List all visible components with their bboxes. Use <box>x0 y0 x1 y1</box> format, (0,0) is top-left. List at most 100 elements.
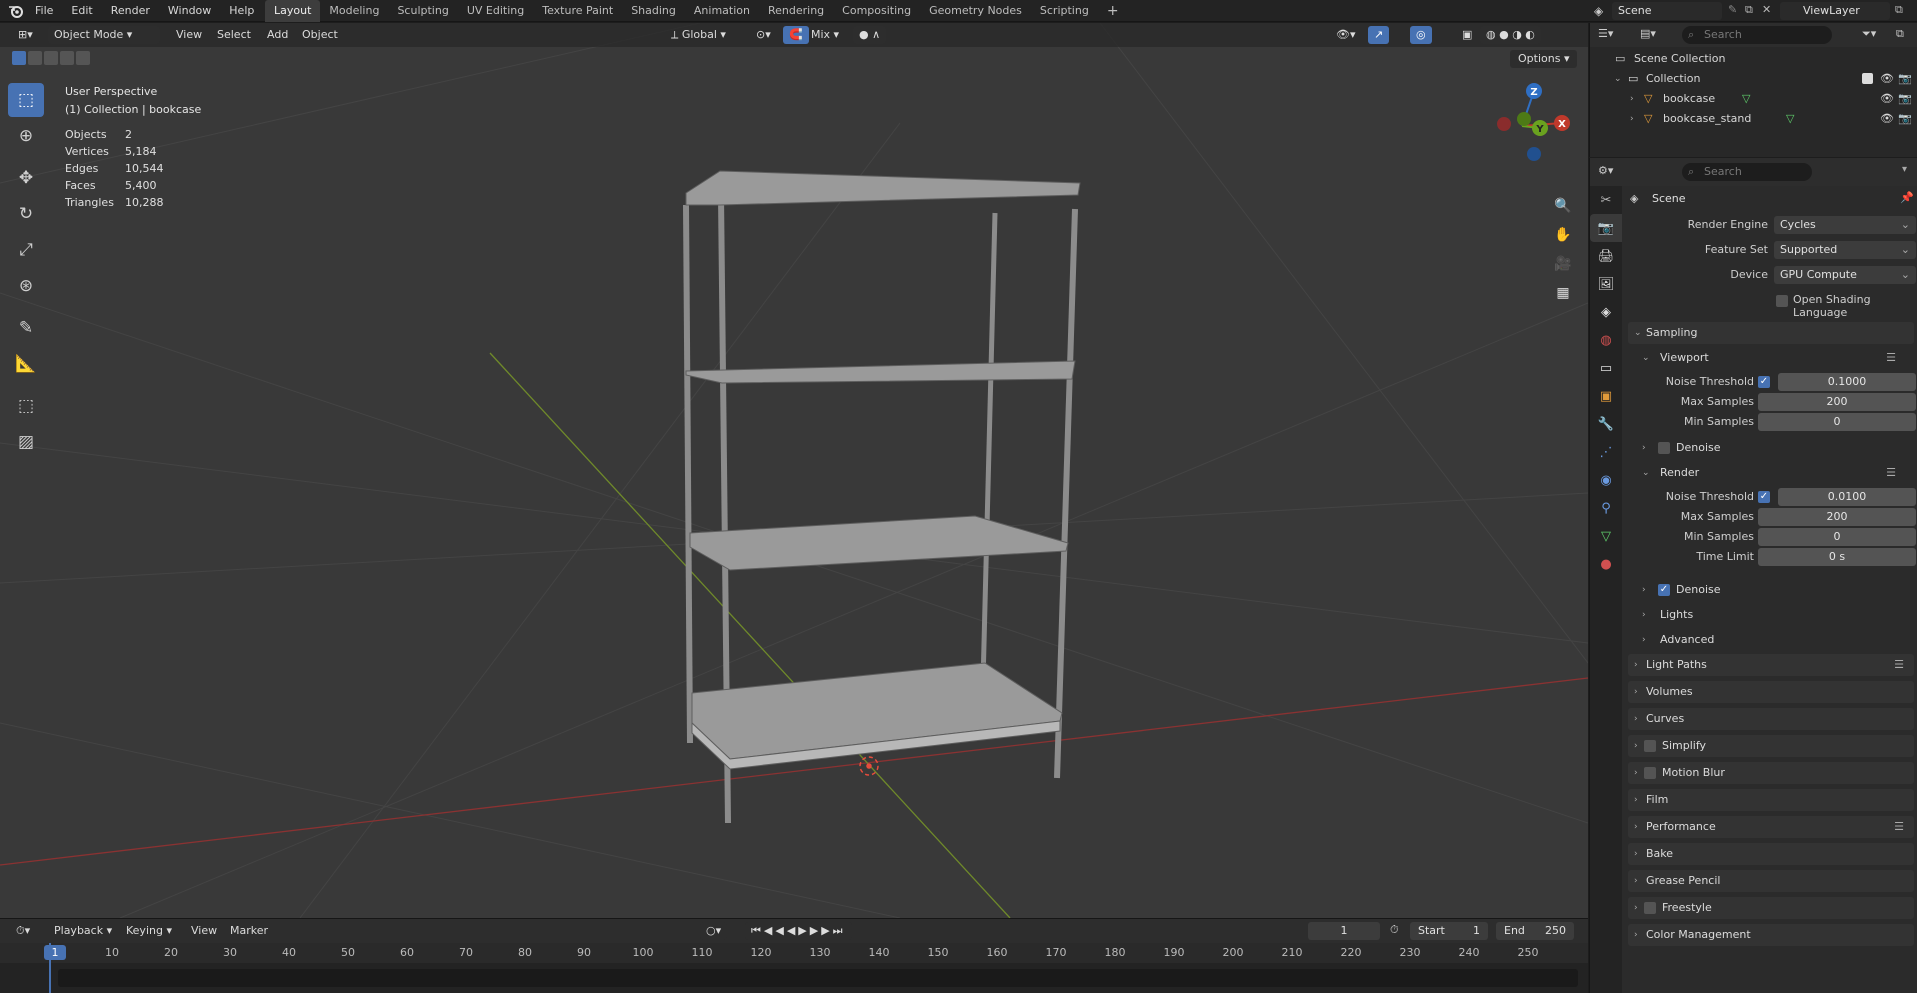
chevron-right-icon[interactable]: › <box>1630 109 1634 129</box>
blender-logo-icon[interactable] <box>8 3 24 19</box>
tab-scripting[interactable]: Scripting <box>1031 0 1098 22</box>
outliner-search-input[interactable]: ⌕ Search <box>1682 26 1832 44</box>
timeline-ruler[interactable]: 10 20 30 40 50 60 70 80 90 100 110 120 1… <box>0 943 1588 963</box>
subpanel-render[interactable]: ⌄ Render ☰ <box>1636 463 1906 483</box>
panel-curves[interactable]: › Curves <box>1628 708 1914 730</box>
panel-color-management[interactable]: › Color Management <box>1628 924 1914 946</box>
eye-icon[interactable]: 👁 <box>1880 109 1894 129</box>
properties-editor-icon[interactable]: ⚙▾ <box>1598 164 1613 177</box>
select-extend-icon[interactable] <box>28 51 42 65</box>
camera-icon[interactable]: 📷 <box>1898 109 1912 129</box>
new-view-layer-icon[interactable]: ⧉ <box>1895 3 1903 17</box>
panel-performance[interactable]: › Performance ☰ <box>1628 816 1914 838</box>
tool-tab-icon[interactable]: ✂ <box>1590 186 1622 214</box>
pivot-icon[interactable]: ⊙▾ <box>750 26 777 44</box>
select-subtract-icon[interactable] <box>44 51 58 65</box>
subpanel-viewport[interactable]: ⌄ Viewport ☰ <box>1636 348 1906 368</box>
panel-motion-blur[interactable]: › Motion Blur <box>1628 762 1914 784</box>
auto-keying-button[interactable]: ○▾ <box>700 922 728 940</box>
scene-selector[interactable]: Scene <box>1612 2 1722 20</box>
overlay-toggle-icon[interactable]: ◎ <box>1410 26 1432 44</box>
simplify-checkbox[interactable] <box>1644 740 1656 752</box>
tab-shading[interactable]: Shading <box>622 0 685 22</box>
scene-tab-icon[interactable]: ◈ <box>1590 298 1622 326</box>
osl-checkbox[interactable] <box>1776 295 1788 307</box>
camera-icon[interactable]: 📷 <box>1898 69 1912 89</box>
subpanel-lights[interactable]: › Lights <box>1636 605 1906 625</box>
mode-selector[interactable]: Object Mode ▾ <box>48 26 160 44</box>
data-tab-icon[interactable]: ▽ <box>1590 522 1622 550</box>
frame-range-track[interactable] <box>58 969 1578 987</box>
mesh-data-icon[interactable]: ▽ <box>1742 89 1750 109</box>
denoise-checkbox[interactable] <box>1658 442 1670 454</box>
scene-icon[interactable]: ◈ <box>1594 4 1603 18</box>
tab-geometry-nodes[interactable]: Geometry Nodes <box>920 0 1031 22</box>
panel-sampling[interactable]: ⌄ Sampling <box>1628 322 1914 344</box>
select-menu[interactable]: Select <box>211 26 257 44</box>
object-menu[interactable]: Object <box>296 26 344 44</box>
material-tab-icon[interactable]: ● <box>1590 550 1622 578</box>
feature-set-dropdown[interactable]: Supported ⌄ <box>1774 241 1916 259</box>
tab-compositing[interactable]: Compositing <box>833 0 920 22</box>
current-frame-field[interactable]: 1 <box>1308 922 1380 940</box>
panel-bake[interactable]: › Bake <box>1628 843 1914 865</box>
object-tab-icon[interactable]: ▣ <box>1590 382 1622 410</box>
scale-tool-icon[interactable]: ⤢ <box>8 233 44 267</box>
menu-help[interactable]: Help <box>220 0 263 22</box>
new-scene-icon[interactable]: ⧉ <box>1745 3 1753 17</box>
tab-layout[interactable]: Layout <box>265 0 321 22</box>
viewport-noise-threshold-field[interactable]: 0.1000 <box>1778 373 1916 391</box>
clock-icon[interactable]: ⏱ <box>1390 923 1399 937</box>
proportional-edit-icon[interactable]: ● ∧ <box>853 26 887 44</box>
timeline-editor-icon[interactable]: ⏱▾ <box>10 922 36 940</box>
panel-grease-pencil[interactable]: › Grease Pencil <box>1628 870 1914 892</box>
render-engine-dropdown[interactable]: Cycles ⌄ <box>1774 216 1916 234</box>
list-icon[interactable]: ☰ <box>1894 816 1904 838</box>
camera-view-icon[interactable]: 🎥 <box>1550 251 1576 277</box>
outliner-row-collection[interactable]: ⌄ ▭ Collection 👁 📷 <box>1590 69 1917 89</box>
add-menu[interactable]: Add <box>261 26 294 44</box>
output-tab-icon[interactable]: 🖨 <box>1590 242 1622 270</box>
modifier-tab-icon[interactable]: 🔧 <box>1590 410 1622 438</box>
cursor-tool-icon[interactable]: ⊕ <box>8 119 44 153</box>
render-tab-icon[interactable]: 📷 <box>1590 214 1622 242</box>
select-invert-icon[interactable] <box>60 51 74 65</box>
delete-scene-icon[interactable]: ✕ <box>1762 3 1771 16</box>
chevron-down-icon[interactable]: ▾ <box>1902 164 1907 175</box>
eye-icon[interactable]: 👁 <box>1880 89 1894 109</box>
view-menu[interactable]: View <box>170 26 208 44</box>
chevron-down-icon[interactable]: ⌄ <box>1614 69 1622 89</box>
selection-mode-icons[interactable] <box>12 51 90 65</box>
render-noise-threshold-checkbox[interactable]: ✓ <box>1758 491 1770 503</box>
panel-film[interactable]: › Film <box>1628 789 1914 811</box>
viewport-min-samples-field[interactable]: 0 <box>1758 413 1916 431</box>
playhead-frame-label[interactable]: 1 <box>44 945 66 960</box>
outliner-editor-icon[interactable]: ☰▾ <box>1598 27 1613 40</box>
gizmo-toggle-icon[interactable]: ↗ <box>1368 26 1390 44</box>
render-noise-threshold-field[interactable]: 0.0100 <box>1778 488 1916 506</box>
list-icon[interactable]: ☰ <box>1886 463 1896 483</box>
viewport-max-samples-field[interactable]: 200 <box>1758 393 1916 411</box>
options-button[interactable]: Options ▾ <box>1510 50 1578 68</box>
outliner-row-scene-collection[interactable]: ▭ Scene Collection <box>1590 49 1917 69</box>
menu-window[interactable]: Window <box>159 0 220 22</box>
transform-tool-icon[interactable]: ⊛ <box>8 269 44 303</box>
playback-menu[interactable]: Playback ▾ <box>48 922 118 940</box>
view-layer-tab-icon[interactable]: 🖼 <box>1590 270 1622 298</box>
freestyle-checkbox[interactable] <box>1644 902 1656 914</box>
visibility-icon[interactable]: 👁▾ <box>1330 26 1362 44</box>
tab-animation[interactable]: Animation <box>685 0 759 22</box>
view-menu[interactable]: View <box>185 922 223 940</box>
subpanel-render-denoise[interactable]: › ✓ Denoise <box>1636 580 1906 600</box>
panel-simplify[interactable]: › Simplify <box>1628 735 1914 757</box>
xray-icon[interactable]: ▣ <box>1456 26 1478 44</box>
outliner-row-object[interactable]: › ▽ bookcase_stand ▽ 👁 📷 <box>1590 109 1917 129</box>
panel-light-paths[interactable]: › Light Paths ☰ <box>1628 654 1914 676</box>
particles-tab-icon[interactable]: ⋰ <box>1590 438 1622 466</box>
list-icon[interactable]: ☰ <box>1894 654 1904 676</box>
world-tab-icon[interactable]: ◍ <box>1590 326 1622 354</box>
shading-modes[interactable]: ◍ ● ◑ ◐ <box>1480 26 1541 44</box>
subpanel-advanced[interactable]: › Advanced <box>1636 630 1906 650</box>
editor-type-icon[interactable]: ⊞▾ <box>12 26 39 44</box>
select-box-tool-icon[interactable]: ⬚ <box>8 83 44 117</box>
